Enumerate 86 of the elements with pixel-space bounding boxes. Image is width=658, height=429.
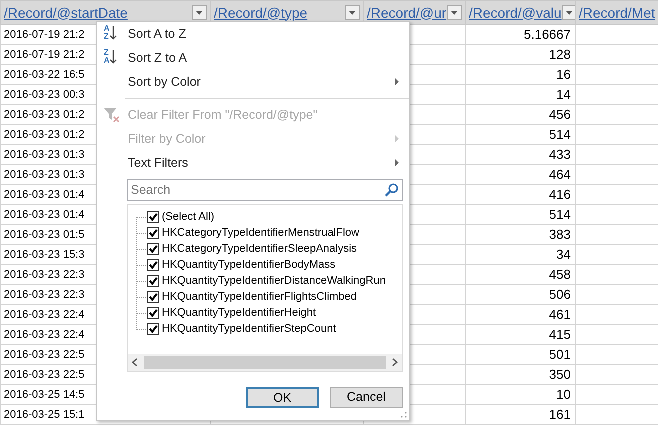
ok-button[interactable]: OK [246,387,319,408]
table-cell: 10 [556,386,571,402]
table-cell: 2016-03-23 01:2 [4,108,85,120]
table-cell: 2016-03-23 22:4 [4,328,85,340]
checkbox[interactable] [147,259,159,271]
checkbox[interactable] [147,323,159,335]
checkbox[interactable] [147,307,159,319]
caret-icon [451,10,458,14]
column-header: /Record/@type [214,4,308,22]
table-cell: 2016-03-23 01:5 [4,228,85,240]
table-cell: 5.16667 [524,26,571,42]
checkbox-label[interactable]: HKQuantityTypeIdentifierDistanceWalkingRun [162,272,386,290]
clear-filter-icon [103,106,121,124]
table-cell: 456 [549,106,571,122]
checkbox-label[interactable]: HKQuantityTypeIdentifierBodyMass [162,256,336,274]
table-cell: 2016-03-23 22:5 [4,348,85,360]
table-cell: 2016-03-23 01:2 [4,128,85,140]
checkbox-label[interactable]: (Select All) [162,208,215,226]
submenu-arrow-icon [395,135,399,143]
table-cell: 2016-03-23 01:4 [4,208,85,220]
cancel-button[interactable]: Cancel [330,387,403,408]
column-header: /Record/@startDate [4,4,128,22]
table-cell: 2016-07-19 21:2 [4,48,85,60]
caret-icon [196,10,203,14]
table-cell: 34 [556,246,571,262]
table-cell: 2016-03-23 01:4 [4,188,85,200]
checkbox-label[interactable]: HKCategoryTypeIdentifierMenstrualFlow [162,224,360,242]
table-cell: 415 [549,326,571,342]
submenu-arrow-icon [395,78,399,86]
scroll-left-icon[interactable] [131,358,139,367]
caret-icon [349,10,356,14]
resize-grip-icon[interactable] [401,412,407,418]
table-cell: 2016-03-25 15:1 [4,408,85,420]
table-cell: 514 [549,126,571,142]
horizontal-scrollbar[interactable] [128,354,402,371]
table-cell: 2016-07-19 21:2 [4,28,85,40]
table-cell: 2016-03-25 14:5 [4,388,85,400]
table-cell: 383 [549,226,571,242]
checkbox[interactable] [147,243,159,255]
filter-dropdown-button[interactable] [447,5,462,20]
table-cell: 2016-03-23 15:3 [4,248,85,260]
checkbox[interactable] [147,227,159,239]
table-cell: 514 [549,206,571,222]
checkbox[interactable] [147,291,159,303]
scroll-right-icon[interactable] [391,358,399,367]
table-cell: 2016-03-23 00:3 [4,88,85,100]
filter-dropdown-button[interactable] [345,5,360,20]
search-icon [385,183,399,197]
table-cell: 458 [549,266,571,282]
caret-icon [566,10,573,14]
table-cell: 16 [556,66,571,82]
table-cell: 2016-03-23 22:5 [4,368,85,380]
table-cell: 2016-03-23 22:4 [4,308,85,320]
checkbox[interactable] [147,275,159,287]
table-cell: 2016-03-23 22:3 [4,288,85,300]
table-cell: 501 [549,346,571,362]
table-cell: 2016-03-22 16:5 [4,68,85,80]
table-cell: 14 [556,86,571,102]
submenu-arrow-icon [395,159,399,167]
scrollbar-thumb[interactable] [144,356,386,369]
search-field[interactable]: Search [127,179,403,201]
checkbox-label[interactable]: HKCategoryTypeIdentifierSleepAnalysis [162,240,358,258]
table-cell: 506 [549,286,571,302]
table-cell: 350 [549,366,571,382]
column-header: /Record/@valu [469,4,562,22]
table-cell: 461 [549,306,571,322]
table-cell: 433 [549,146,571,162]
table-cell: 2016-03-23 01:3 [4,148,85,160]
menu-item[interactable]: Sort by Color [97,70,409,94]
table-cell: 2016-03-23 01:3 [4,168,85,180]
checkbox-label[interactable]: HKQuantityTypeIdentifierFlightsClimbed [162,288,358,306]
table-cell: 161 [549,406,571,422]
checkbox-label[interactable]: HKQuantityTypeIdentifierStepCount [162,320,336,338]
column-header: /Record/@ur [367,4,447,22]
filter-dropdown-button[interactable] [192,5,207,20]
checkbox-label[interactable]: HKQuantityTypeIdentifierHeight [162,304,316,322]
table-cell: 464 [549,166,571,182]
menu-item[interactable]: A Z Sort A to Z [97,22,409,46]
column-header: /Record/Met [579,4,656,22]
table-cell: 128 [549,46,571,62]
menu-item[interactable]: Text Filters [97,151,409,175]
checkbox[interactable] [147,211,159,223]
table-cell: 2016-03-23 22:3 [4,268,85,280]
filter-dropdown-button[interactable] [562,5,574,20]
table-cell: 416 [549,186,571,202]
menu-item[interactable]: Z A Sort Z to A [97,46,409,70]
